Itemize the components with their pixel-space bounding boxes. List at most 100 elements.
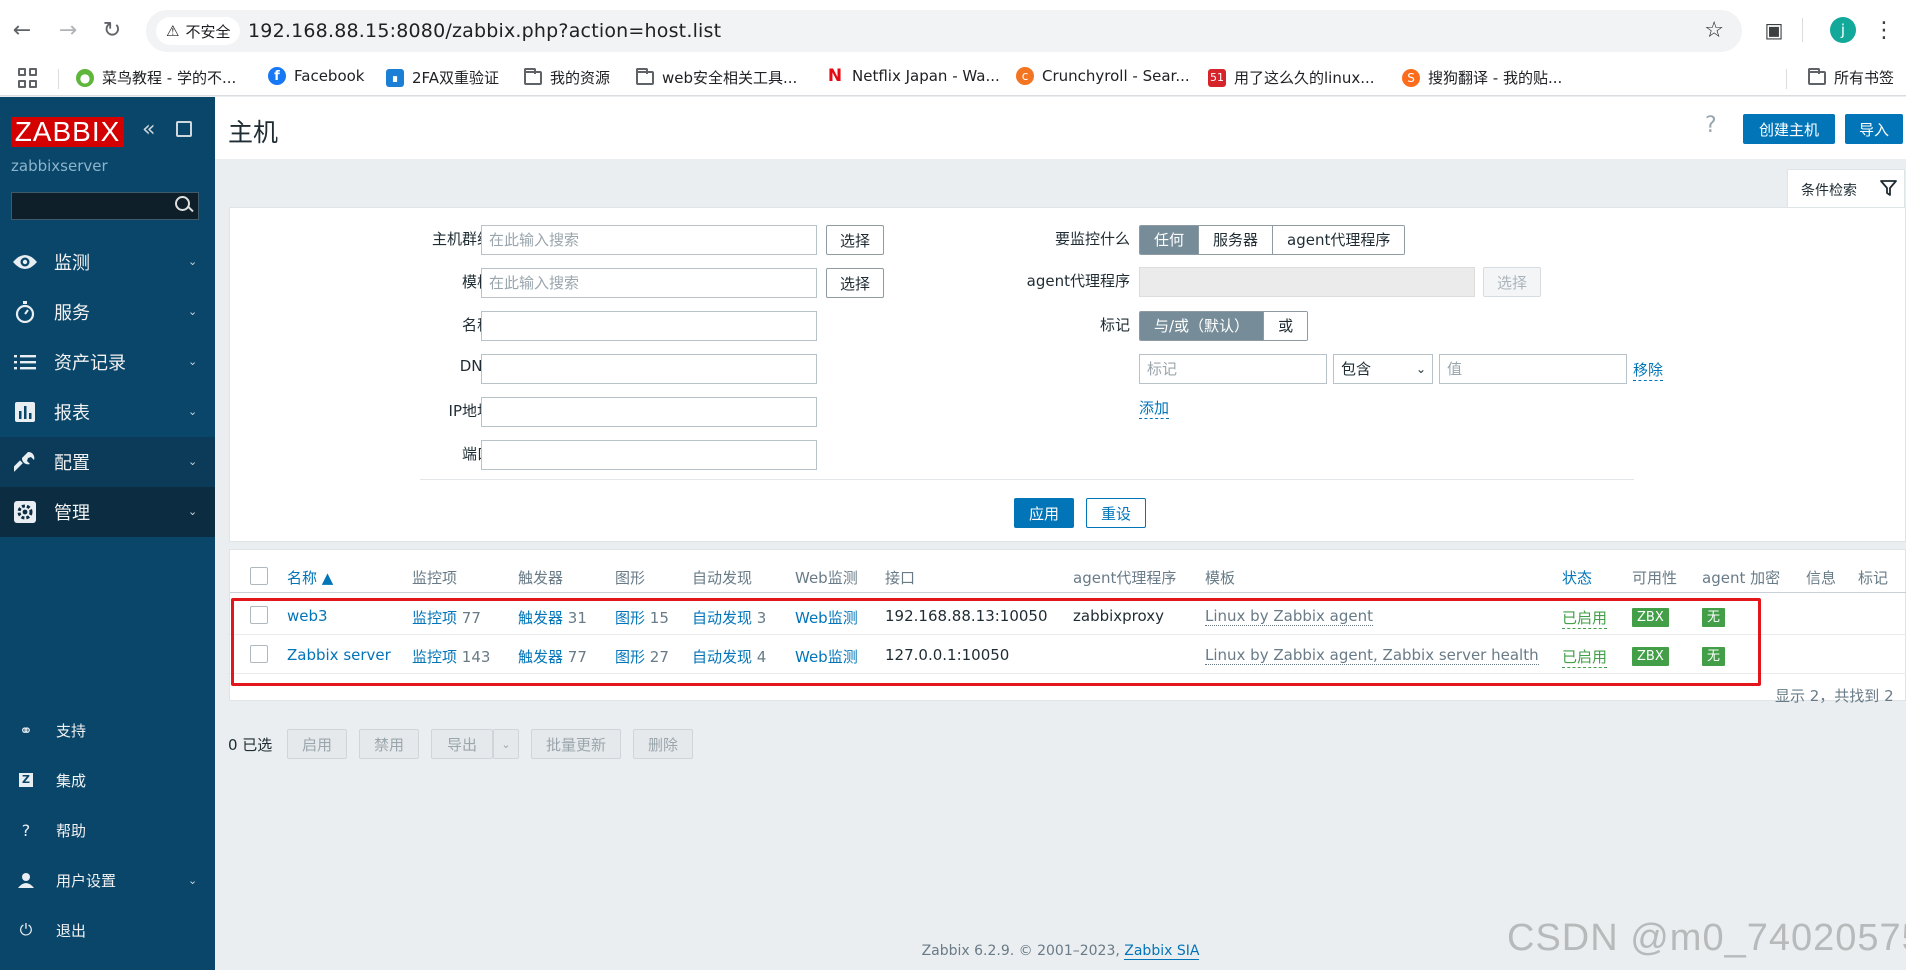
tags-eval-or[interactable]: 或 — [1263, 312, 1308, 340]
monitored-by-any[interactable]: 任何 — [1140, 226, 1199, 254]
bookmark-folder-websec[interactable]: web安全相关工具... — [636, 67, 797, 88]
bookmark-51cto[interactable]: 51 用了这么久的linux... — [1208, 67, 1375, 88]
disable-button[interactable]: 禁用 — [359, 729, 419, 759]
facebook-icon: f — [268, 67, 286, 85]
bookmark-sogou[interactable]: S 搜狗翻译 - 我的贴... — [1402, 67, 1562, 88]
funnel-icon — [1880, 180, 1897, 196]
tag-operator-value: 包含 — [1341, 360, 1372, 378]
bookmark-facebook[interactable]: f Facebook — [268, 67, 364, 85]
sidebar-item-sign-out[interactable]: ⏻ 退出 — [0, 907, 215, 953]
bookmark-label: 搜狗翻译 - 我的贴... — [1428, 69, 1563, 87]
sidebar-item-inventory[interactable]: 资产记录 ⌄ — [0, 337, 215, 387]
bookmark-runoob[interactable]: ● 菜鸟教程 - 学的不... — [76, 67, 236, 88]
chevron-down-icon: ⌄ — [188, 305, 198, 318]
sidebar-item-monitoring[interactable]: 监测 ⌄ — [0, 237, 215, 287]
browser-toolbar: ← → ↻ ⚠ 不安全 192.168.88.15:8080/zabbix.ph… — [0, 0, 1906, 60]
filter-tab-label: 条件检索 — [1801, 183, 1857, 199]
sidebar-item-administration[interactable]: 管理 ⌄ — [0, 487, 215, 537]
tags-eval-and-or[interactable]: 与/或（默认） — [1140, 312, 1264, 340]
reload-icon[interactable]: ↻ — [96, 14, 128, 46]
search-icon[interactable] — [175, 196, 193, 214]
add-tag-link[interactable]: 添加 — [1139, 397, 1170, 419]
sidebar-item-user-settings[interactable]: 用户设置 ⌄ — [0, 857, 215, 903]
tag-name-input[interactable]: 标记 — [1139, 354, 1327, 384]
col-name[interactable]: 名称 ▲ — [287, 567, 333, 588]
header-divider — [230, 592, 1906, 593]
bookmark-crunchyroll[interactable]: c Crunchyroll - Sear... — [1016, 67, 1190, 85]
apps-grid-icon[interactable] — [18, 68, 38, 88]
monitored-by-segmented: 任何 服务器 agent代理程序 — [1139, 225, 1406, 255]
tag-value-input[interactable]: 值 — [1439, 354, 1627, 384]
apply-button[interactable]: 应用 — [1014, 498, 1074, 528]
chevron-down-icon: ⌄ — [188, 505, 198, 518]
all-bookmarks[interactable]: 所有书签 — [1808, 67, 1894, 88]
enable-button[interactable]: 启用 — [287, 729, 347, 759]
sidebar-item-services[interactable]: 服务 ⌄ — [0, 287, 215, 337]
address-bar[interactable]: ⚠ 不安全 192.168.88.15:8080/zabbix.php?acti… — [146, 10, 1742, 52]
headset-icon: ⚭ — [19, 720, 33, 740]
help-icon[interactable]: ? — [1705, 113, 1717, 138]
bookmark-folder-resources[interactable]: 我的资源 — [524, 67, 610, 88]
host-groups-input[interactable]: 在此输入搜索 — [481, 225, 817, 255]
collapse-sidebar-icon[interactable]: « — [142, 117, 155, 142]
mass-update-button[interactable]: 批量更新 — [531, 729, 621, 759]
power-icon: ⏻ — [19, 920, 33, 939]
host-groups-select-button[interactable]: 选择 — [826, 225, 884, 255]
avatar[interactable]: j — [1830, 17, 1856, 43]
sidebar-item-reports[interactable]: 报表 ⌄ — [0, 387, 215, 437]
main-content: 主机 ? 创建主机 导入 条件检索 主机群组 在此输入搜索 选择 模板 在此输入… — [215, 97, 1906, 970]
sidebar-item-configuration[interactable]: 配置 ⌄ — [0, 437, 215, 487]
ip-input[interactable] — [481, 397, 817, 427]
sidebar-item-help[interactable]: ? 帮助 — [0, 807, 215, 853]
bookmarks-divider — [1786, 69, 1787, 89]
netflix-icon: N — [827, 66, 843, 86]
51cto-icon: 51 — [1208, 68, 1226, 87]
dns-input[interactable] — [481, 354, 817, 384]
tags-eval-segmented: 与/或（默认） 或 — [1139, 311, 1309, 341]
security-chip[interactable]: ⚠ 不安全 — [156, 17, 241, 45]
user-icon — [16, 870, 36, 890]
selected-count: 0 已选 — [228, 736, 273, 754]
import-button[interactable]: 导入 — [1845, 114, 1903, 144]
col-templates: 模板 — [1205, 569, 1236, 587]
templates-select-button[interactable]: 选择 — [826, 268, 884, 298]
zabbix-sia-link[interactable]: Zabbix SIA — [1124, 943, 1200, 960]
delete-button[interactable]: 删除 — [633, 729, 693, 759]
col-status[interactable]: 状态 — [1562, 567, 1592, 588]
col-proxy: agent代理程序 — [1073, 569, 1177, 587]
forward-icon[interactable]: → — [52, 14, 84, 46]
kiosk-mode-icon[interactable] — [176, 121, 192, 137]
watermark: CSDN @m0_74020575 — [1507, 917, 1906, 959]
proxy-label: agent代理程序 — [1026, 272, 1130, 290]
select-all-checkbox[interactable] — [250, 567, 268, 585]
bookmark-2fa[interactable]: ∎ 2FA双重验证 — [386, 67, 499, 88]
sidebar-item-integrations[interactable]: Z 集成 — [0, 757, 215, 803]
extensions-icon[interactable]: ▣ — [1758, 14, 1790, 46]
url-text[interactable]: 192.168.88.15:8080/zabbix.php?action=hos… — [248, 20, 721, 42]
tags-label: 标记 — [1099, 316, 1130, 334]
chevron-down-icon: ⌄ — [188, 355, 198, 368]
bookmark-label: Crunchyroll - Sear... — [1042, 67, 1190, 85]
sidebar-item-support[interactable]: ⚭ 支持 — [0, 707, 215, 753]
remove-tag-link[interactable]: 移除 — [1633, 359, 1664, 381]
templates-input[interactable]: 在此输入搜索 — [481, 268, 817, 298]
create-host-button[interactable]: 创建主机 — [1743, 114, 1835, 144]
star-icon[interactable]: ☆ — [1704, 18, 1724, 43]
bookmark-netflix[interactable]: N Netflix Japan - Wa... — [826, 66, 1000, 86]
monitored-by-server[interactable]: 服务器 — [1198, 226, 1273, 254]
port-input[interactable] — [481, 440, 817, 470]
export-button[interactable]: 导出 — [431, 729, 493, 759]
reset-button[interactable]: 重设 — [1086, 498, 1146, 528]
name-input[interactable] — [481, 311, 817, 341]
monitored-by-proxy[interactable]: agent代理程序 — [1272, 226, 1405, 254]
menu-dots-icon[interactable]: ⋮ — [1868, 14, 1900, 46]
export-dropdown-icon[interactable]: ⌄ — [493, 729, 519, 759]
bookmark-label: Netflix Japan - Wa... — [852, 67, 1000, 85]
col-graphs: 图形 — [615, 569, 646, 587]
back-icon[interactable]: ← — [6, 14, 38, 46]
tag-operator-select[interactable]: 包含 ⌄ — [1333, 354, 1433, 384]
sidebar-search-input[interactable] — [11, 192, 199, 220]
zabbix-logo[interactable]: ZABBIX — [11, 117, 124, 147]
proxy-input — [1139, 267, 1475, 297]
filter-tab[interactable]: 条件检索 — [1787, 169, 1905, 207]
